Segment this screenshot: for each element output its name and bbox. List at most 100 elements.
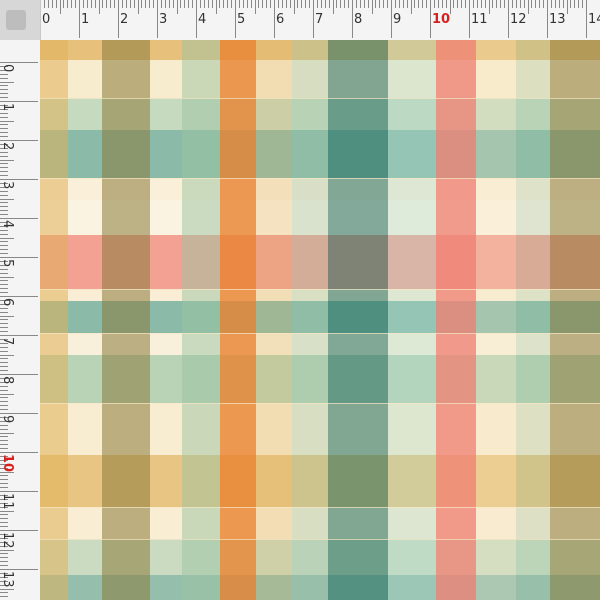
ruler-tick — [172, 0, 174, 8]
plaid-vertical-band — [256, 40, 292, 600]
ruler-left-label: 4 — [0, 220, 15, 229]
ruler-tick — [309, 0, 311, 8]
plaid-pinstripe — [40, 507, 600, 508]
ruler-tick — [0, 569, 38, 570]
plaid-vertical-band — [292, 40, 328, 600]
ruler-tick — [0, 214, 8, 216]
ruler-tick — [149, 0, 151, 8]
plaid-vertical-band — [328, 40, 388, 600]
ruler-tick — [0, 596, 8, 598]
ruler-tick — [0, 311, 8, 313]
ruler-tick — [0, 120, 14, 122]
ruler-tick — [391, 0, 392, 38]
ruler-tick — [0, 112, 8, 114]
ruler-tick — [578, 0, 580, 8]
ruler-tick — [274, 0, 275, 38]
ruler-left-label: 6 — [0, 298, 15, 307]
ruler-tick — [0, 136, 8, 138]
ruler-tick — [0, 444, 8, 446]
ruler-tick — [0, 409, 8, 411]
ruler-left-label: 7 — [0, 337, 15, 346]
ruler-top: 01234567891011121314 — [0, 0, 600, 41]
ruler-tick — [246, 0, 248, 8]
ruler-tick — [0, 288, 8, 290]
ruler-tick — [153, 0, 155, 8]
ruler-tick — [367, 0, 369, 8]
ruler-tick — [82, 0, 84, 8]
plaid-pinstripe — [40, 539, 600, 540]
plaid-vertical-band — [102, 40, 150, 600]
ruler-tick — [0, 526, 8, 528]
ruler-top-label: 9 — [393, 12, 402, 27]
ruler-tick — [0, 171, 8, 173]
ruler-tick — [469, 0, 470, 38]
ruler-tick — [0, 346, 8, 348]
ruler-tick — [180, 0, 182, 8]
clip-icon — [6, 10, 26, 30]
ruler-tick — [0, 245, 8, 247]
ruler-tick — [0, 292, 8, 294]
plaid-svg — [40, 40, 600, 600]
ruler-top-label: 2 — [120, 12, 129, 27]
ruler-top-label: 12 — [510, 12, 527, 27]
ruler-tick — [242, 0, 244, 8]
ruler-top-label: 11 — [471, 12, 488, 27]
ruler-tick — [0, 163, 8, 165]
ruler-tick — [359, 0, 361, 8]
ruler-tick — [500, 0, 502, 8]
ruler-tick — [238, 0, 240, 8]
ruler-tick — [554, 0, 556, 8]
ruler-tick — [114, 0, 116, 8]
ruler-tick — [285, 0, 287, 8]
ruler-tick — [75, 0, 77, 8]
ruler-tick — [355, 0, 357, 8]
ruler-tick — [562, 0, 564, 8]
ruler-tick — [219, 0, 221, 8]
ruler-tick — [0, 190, 8, 192]
ruler-tick — [418, 0, 420, 8]
ruler-tick — [0, 77, 8, 79]
ruler-tick — [0, 132, 8, 134]
ruler-tick — [547, 0, 548, 38]
ruler-tick — [0, 389, 8, 391]
ruler-tick — [0, 487, 8, 489]
ruler-tick — [258, 0, 260, 8]
ruler-tick — [67, 0, 69, 8]
ruler-tick — [0, 151, 8, 153]
ruler-tick — [492, 0, 494, 8]
ruler-tick — [0, 452, 38, 453]
ruler-tick — [0, 280, 8, 282]
ruler-tick — [371, 0, 373, 14]
ruler-top-label: 10 — [432, 12, 451, 27]
ruler-tick — [0, 202, 8, 204]
ruler-tick — [340, 0, 342, 8]
ruler-tick — [0, 307, 8, 309]
ruler-tick — [523, 0, 525, 8]
ruler-tick — [0, 272, 8, 274]
ruler-tick — [94, 0, 96, 8]
ruler-tick — [0, 284, 8, 286]
ruler-corner — [0, 0, 40, 40]
ruler-tick — [414, 0, 416, 8]
ruler-tick — [0, 510, 14, 512]
ruler-tick — [422, 0, 424, 8]
ruler-tick — [160, 0, 162, 8]
ruler-tick — [51, 0, 53, 8]
ruler-tick — [531, 0, 533, 8]
ruler-tick — [71, 0, 73, 8]
ruler-tick — [277, 0, 279, 8]
ruler-left-label: 12 — [0, 532, 15, 549]
ruler-tick — [192, 0, 194, 8]
ruler-tick — [484, 0, 486, 8]
ruler-tick — [0, 397, 8, 399]
plaid-pinstripe — [40, 403, 600, 404]
ruler-tick — [0, 253, 8, 255]
ruler-tick — [145, 0, 147, 8]
ruler-left-label: 13 — [0, 571, 15, 588]
ruler-tick — [231, 0, 233, 8]
ruler-tick — [0, 233, 8, 235]
ruler-tick — [266, 0, 268, 8]
ruler-tick — [176, 0, 178, 14]
ruler-tick — [0, 374, 38, 375]
ruler-tick — [0, 296, 38, 297]
